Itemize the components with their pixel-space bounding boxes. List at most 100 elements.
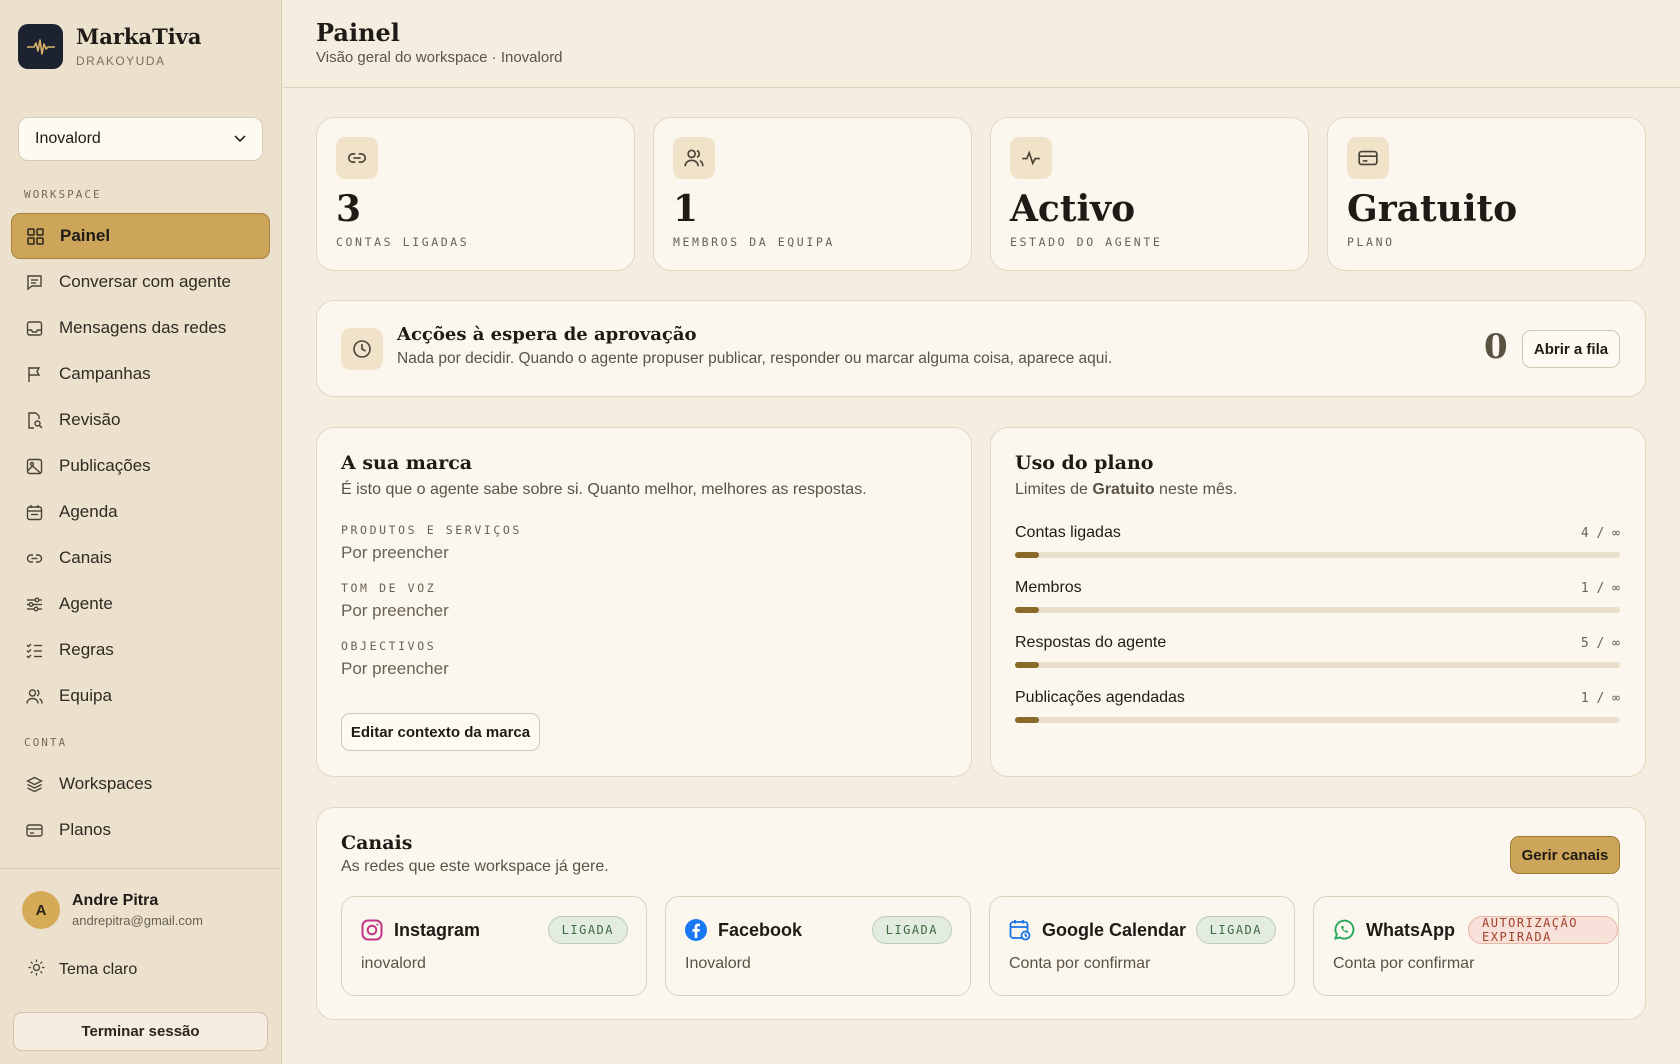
- sidebar-item-label: Mensagens das redes: [59, 318, 227, 337]
- section-label-account: CONTA: [24, 736, 68, 749]
- sidebar-item-label: Regras: [59, 640, 114, 659]
- facebook-icon: [685, 919, 707, 941]
- channel-card-whatsapp[interactable]: WhatsApp AUTORIZAÇÃO EXPIRADA Conta por …: [1313, 896, 1619, 996]
- google-calendar-icon: [1009, 920, 1031, 941]
- usage-row: Contas ligadas 4 / ∞: [1015, 524, 1620, 558]
- sidebar-item-label: Workspaces: [59, 774, 153, 793]
- sidebar-item-painel[interactable]: Painel: [11, 213, 270, 259]
- channel-name: Instagram: [394, 920, 481, 940]
- sliders-icon: [25, 595, 43, 613]
- edit-brand-context-button[interactable]: Editar contexto da marca: [341, 713, 540, 751]
- credit-card-icon: [25, 821, 43, 839]
- channel-account: Conta por confirmar: [1009, 955, 1151, 972]
- review-icon: [25, 411, 43, 429]
- sidebar-item-planos[interactable]: Planos: [11, 807, 270, 853]
- usage-row: Publicações agendadas 1 / ∞: [1015, 689, 1620, 723]
- sidebar-item-publicacoes[interactable]: Publicações: [11, 443, 270, 489]
- pending-actions-card: Acções à espera de aprovação Nada por de…: [316, 300, 1646, 397]
- sidebar-item-label: Planos: [59, 820, 111, 839]
- status-badge: LIGADA: [547, 916, 628, 944]
- channels-card: Canais As redes que este workspace já ge…: [316, 807, 1646, 1020]
- plan-usage-card: Uso do plano Limites de Gratuito neste m…: [990, 427, 1646, 777]
- channel-card-facebook[interactable]: Facebook LIGADA Inovalord: [665, 896, 971, 996]
- usage-progress-bar: [1015, 717, 1620, 723]
- sidebar-item-label: Agenda: [59, 502, 118, 521]
- layers-icon: [25, 775, 43, 793]
- pending-title: Acções à espera de aprovação: [397, 324, 697, 345]
- sidebar-item-agenda[interactable]: Agenda: [11, 489, 270, 535]
- channels-subtitle: As redes que este workspace já gere.: [341, 858, 609, 875]
- brand-subtitle: É isto que o agente sabe sobre si. Quant…: [341, 481, 867, 498]
- theme-toggle[interactable]: Tema claro: [28, 959, 137, 981]
- open-queue-button[interactable]: Abrir a fila: [1522, 330, 1620, 368]
- channel-card-instagram[interactable]: Instagram LIGADA inovalord: [341, 896, 647, 996]
- sidebar-nav: Painel Conversar com agente Mensagens da…: [11, 213, 270, 719]
- usage-subtitle: Limites de Gratuito neste mês.: [1015, 481, 1238, 498]
- usage-value: 1 / ∞: [1580, 581, 1620, 596]
- usage-progress-fill: [1015, 717, 1040, 723]
- workspace-select[interactable]: Inovalord: [18, 117, 263, 161]
- page-subtitle: Visão geral do workspace · Inovalord: [316, 49, 563, 66]
- chevron-down-icon: [234, 135, 246, 143]
- sidebar-item-revisao[interactable]: Revisão: [11, 397, 270, 443]
- stat-label: PLANO: [1347, 235, 1395, 249]
- usage-value: 4 / ∞: [1580, 526, 1620, 541]
- usage-name: Membros: [1015, 579, 1082, 596]
- instagram-icon: [361, 919, 383, 941]
- sidebar-item-conversar[interactable]: Conversar com agente: [11, 259, 270, 305]
- sidebar-item-label: Painel: [60, 226, 111, 245]
- usage-progress-fill: [1015, 662, 1040, 668]
- channel-name: Facebook: [718, 920, 803, 940]
- sidebar-item-regras[interactable]: Regras: [11, 627, 270, 673]
- image-icon: [25, 457, 43, 475]
- usage-progress-bar: [1015, 607, 1620, 613]
- usage-plan-name: Gratuito: [1092, 481, 1155, 498]
- stat-value: Activo: [1010, 188, 1136, 230]
- users-icon: [673, 137, 715, 179]
- field-value-objectivos: Por preencher: [341, 659, 449, 678]
- chat-icon: [25, 273, 43, 291]
- logout-button[interactable]: Terminar sessão: [13, 1012, 268, 1051]
- usage-progress-bar: [1015, 662, 1620, 668]
- app-name: MarkaTiva: [76, 24, 202, 49]
- sidebar-divider: [0, 868, 282, 869]
- channel-account: Inovalord: [685, 955, 751, 972]
- status-badge: LIGADA: [871, 916, 952, 944]
- stat-value: 1: [673, 188, 699, 230]
- avatar: A: [22, 891, 60, 929]
- sidebar-account-nav: Workspaces Planos: [11, 761, 270, 853]
- user-name: Andre Pitra: [72, 892, 159, 909]
- field-label-objectivos: OBJECTIVOS: [341, 639, 437, 653]
- field-label-tom: TOM DE VOZ: [341, 581, 437, 595]
- sidebar-item-campanhas[interactable]: Campanhas: [11, 351, 270, 397]
- sidebar-item-mensagens[interactable]: Mensagens das redes: [11, 305, 270, 351]
- brand-card: A sua marca É isto que o agente sabe sob…: [316, 427, 972, 777]
- manage-channels-button[interactable]: Gerir canais: [1510, 836, 1620, 874]
- page-header: Painel Visão geral do workspace · Inoval…: [283, 0, 1680, 88]
- sidebar-item-label: Campanhas: [59, 364, 151, 383]
- field-value-produtos: Por preencher: [341, 543, 449, 562]
- usage-row: Respostas do agente 5 / ∞: [1015, 634, 1620, 668]
- pending-description: Nada por decidir. Quando o agente propus…: [397, 350, 1113, 367]
- user-profile[interactable]: A Andre Pitra andrepitra@gmail.com: [22, 891, 203, 929]
- sidebar: MarkaTiva DRAKOYUDA Inovalord WORKSPACE …: [0, 0, 282, 1064]
- stat-card-estado: Activo ESTADO DO AGENTE: [990, 117, 1309, 271]
- usage-name: Contas ligadas: [1015, 524, 1121, 541]
- sidebar-item-canais[interactable]: Canais: [11, 535, 270, 581]
- sidebar-item-workspaces[interactable]: Workspaces: [11, 761, 270, 807]
- stat-card-contas: 3 CONTAS LIGADAS: [316, 117, 635, 271]
- sidebar-item-agente[interactable]: Agente: [11, 581, 270, 627]
- clock-icon: [341, 328, 383, 370]
- channel-card-google-calendar[interactable]: Google Calendar LIGADA Conta por confirm…: [989, 896, 1295, 996]
- sidebar-item-equipa[interactable]: Equipa: [11, 673, 270, 719]
- theme-label: Tema claro: [59, 961, 138, 978]
- channel-account: inovalord: [361, 955, 426, 972]
- list-check-icon: [25, 641, 43, 659]
- usage-value: 5 / ∞: [1580, 636, 1620, 651]
- usage-title: Uso do plano: [1015, 452, 1154, 474]
- users-icon: [25, 687, 43, 705]
- inbox-icon: [25, 319, 43, 337]
- app-subtitle: DRAKOYUDA: [76, 54, 166, 68]
- channel-account: Conta por confirmar: [1333, 955, 1475, 972]
- workspace-select-value: Inovalord: [35, 130, 101, 147]
